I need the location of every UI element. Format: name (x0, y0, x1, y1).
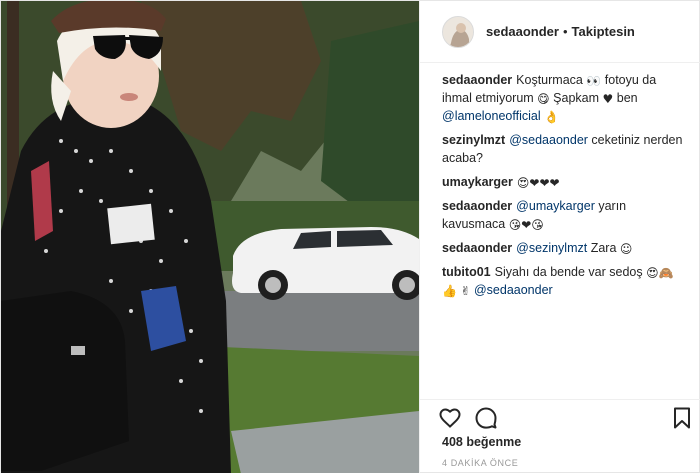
post-timestamp: 4 DAKİKA ÖNCE (442, 458, 519, 468)
emoji-icon: ♥ (602, 92, 614, 106)
follow-status-button[interactable]: Takiptesin (572, 24, 635, 39)
comment-username[interactable]: sezinylmzt (442, 133, 505, 147)
comment-item: tubito01 Siyahı da bende var sedoş 😍🙈👍 ✌ … (442, 263, 684, 299)
comment-item: sedaaonder Koşturmaca 👀 fotoyu da ihmal e… (442, 71, 684, 125)
likes-count[interactable]: 408 beğenme (442, 435, 521, 449)
post-photo[interactable] (1, 1, 419, 473)
comment-text: Şapkam (549, 91, 603, 105)
emoji-icon: 😘 (531, 218, 544, 232)
emoji-icon: ❤ (539, 176, 550, 190)
comment-mention-link[interactable]: @sedaaonder (509, 133, 588, 147)
comment-item: sezinylmzt @sedaaonder ceketiniz nerden a… (442, 131, 684, 167)
comment-item: sedaaonder @sezinylmzt Zara ☺ (442, 239, 684, 257)
post-author-username[interactable]: sedaaonder (486, 24, 559, 39)
comment-mention-link[interactable]: @sezinylmzt (516, 241, 587, 255)
emoji-icon: 👀 (586, 74, 602, 88)
comment-bubble-icon[interactable] (474, 406, 498, 430)
emoji-icon: 😍 (516, 176, 530, 190)
comment-text: Zara (587, 241, 620, 255)
emoji-icon: ❤ (529, 176, 540, 190)
post-header: sedaaonder • Takiptesin (420, 1, 700, 63)
avatar[interactable] (442, 15, 474, 48)
heart-outline-icon[interactable] (438, 406, 462, 430)
emoji-icon: 🙈 (658, 266, 674, 280)
comment-username[interactable]: sedaaonder (442, 241, 512, 255)
emoji-icon: ✌ (460, 284, 471, 298)
emoji-icon: 😘 (508, 218, 522, 232)
bookmark-icon[interactable] (670, 406, 694, 430)
emoji-icon: 😋 (537, 92, 550, 106)
comment-item: sedaaonder @umaykarger yarın kavusmaca 😘❤… (442, 197, 684, 233)
avatar-image (443, 16, 473, 47)
comment-text: Koşturmaca (516, 73, 587, 87)
emoji-icon: ❤ (521, 218, 532, 232)
post-side-panel: sedaaonder • Takiptesin sedaaonder Koştur… (419, 1, 700, 473)
post-photo-image (1, 1, 419, 473)
post-actions-bar (420, 399, 700, 435)
comment-text: ben (613, 91, 638, 105)
comment-username[interactable]: tubito01 (442, 265, 491, 279)
emoji-icon: ☺ (619, 242, 633, 256)
comments-list[interactable]: sedaaonder Koşturmaca 👀 fotoyu da ihmal e… (420, 63, 700, 395)
comment-mention-link[interactable]: @lameloneofficial (442, 109, 541, 123)
comment-item: umaykarger 😍❤❤❤ (442, 173, 684, 191)
comment-username[interactable]: umaykarger (442, 175, 513, 189)
comment-mention-link[interactable]: @umaykarger (516, 199, 595, 213)
header-separator: • (562, 24, 568, 39)
comment-mention-link[interactable]: @sedaaonder (474, 283, 553, 297)
emoji-icon: 👌 (544, 110, 560, 124)
comment-username[interactable]: sedaaonder (442, 199, 512, 213)
comment-username[interactable]: sedaaonder (442, 73, 512, 87)
comment-text: Siyahı da bende var sedoş (494, 265, 647, 279)
emoji-icon: 😍 (646, 266, 659, 280)
emoji-icon: 👍 (442, 284, 457, 298)
emoji-icon: ❤ (549, 176, 560, 190)
instagram-post: sedaaonder • Takiptesin sedaaonder Koştur… (0, 0, 700, 473)
